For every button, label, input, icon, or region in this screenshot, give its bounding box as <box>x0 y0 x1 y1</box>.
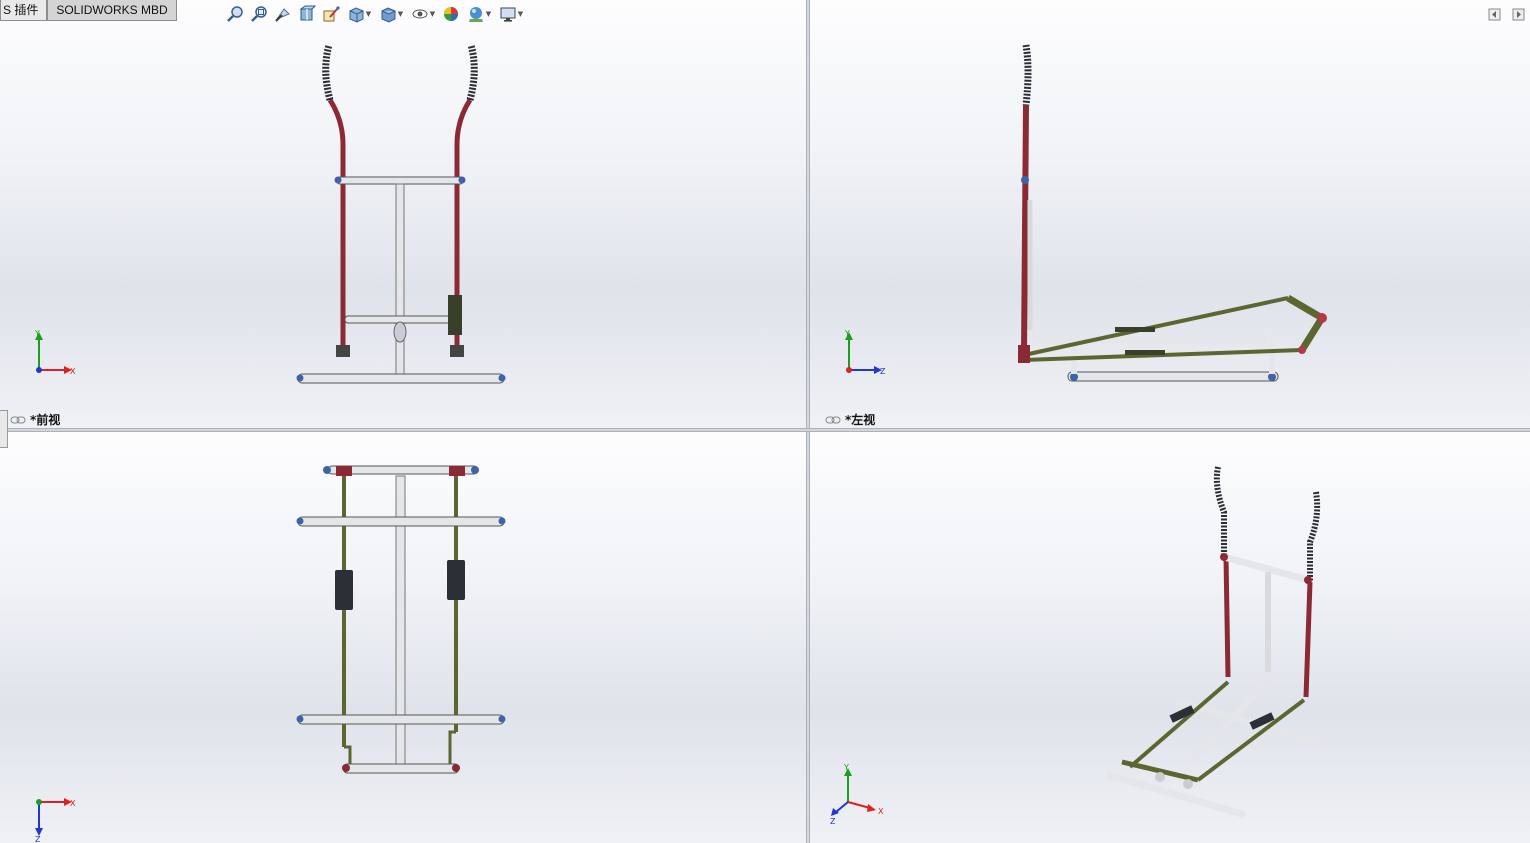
heads-up-view-toolbar: ▼ ▼ ▼ ▼ ▼ <box>224 3 526 25</box>
hide-show-items-icon[interactable]: ▼ <box>408 3 438 25</box>
section-view-icon[interactable] <box>296 3 318 25</box>
isometric-view-model <box>1105 466 1321 819</box>
view-settings-icon[interactable]: ▼ <box>496 3 526 25</box>
triad-x-label: X <box>878 807 884 816</box>
triad-top: X Z <box>35 798 76 842</box>
feature-manager-collapse-handle[interactable] <box>0 410 8 448</box>
dynamic-annotation-icon[interactable] <box>320 3 342 25</box>
triad-z-label: Z <box>880 367 886 376</box>
triad-y-label: Y <box>844 329 850 338</box>
zoom-to-fit-icon[interactable] <box>224 3 246 25</box>
link-views-icon <box>825 416 841 423</box>
tab-plugins[interactable]: S 插件 <box>0 0 48 21</box>
apply-scene-icon[interactable]: ▼ <box>464 3 494 25</box>
view-orientation-icon[interactable]: ▼ <box>344 3 374 25</box>
maximize-view-icon[interactable] <box>1512 8 1526 22</box>
triad-y-label: Y <box>843 764 849 772</box>
front-view-label: *前视 <box>10 411 60 428</box>
triad-x-label: X <box>70 367 76 376</box>
viewport-left[interactable]: Y Z *左视 <box>810 0 1530 428</box>
triad-x-label: X <box>70 799 76 808</box>
display-style-icon[interactable]: ▼ <box>376 3 406 25</box>
viewport-top[interactable]: X Z <box>0 432 806 843</box>
left-view-model <box>1018 44 1327 382</box>
left-view-label: *左视 <box>825 411 875 428</box>
triad-isometric: Y X Z <box>830 764 884 824</box>
top-view-model <box>296 465 506 774</box>
front-view-model <box>296 44 506 384</box>
previous-view-icon[interactable] <box>272 3 294 25</box>
viewport-front[interactable]: Y X *前视 <box>0 0 806 428</box>
triad-left: Y Z <box>844 329 886 376</box>
triad-z-label: Z <box>35 835 41 842</box>
viewport-splitter-horizontal[interactable] <box>0 428 1530 432</box>
link-views-icon <box>10 416 26 423</box>
viewport-isometric[interactable]: Y X Z <box>810 432 1530 843</box>
command-manager-tabs: S 插件 SOLIDWORKS MBD <box>0 0 177 21</box>
tab-solidworks-mbd[interactable]: SOLIDWORKS MBD <box>47 0 177 21</box>
triad-front: Y X <box>34 329 76 376</box>
triad-z-label: Z <box>830 817 836 824</box>
restore-view-icon[interactable] <box>1488 8 1502 22</box>
edit-appearance-icon[interactable] <box>440 3 462 25</box>
triad-y-label: Y <box>34 329 40 338</box>
zoom-to-area-icon[interactable] <box>248 3 270 25</box>
viewport-splitter-vertical[interactable] <box>806 0 810 843</box>
